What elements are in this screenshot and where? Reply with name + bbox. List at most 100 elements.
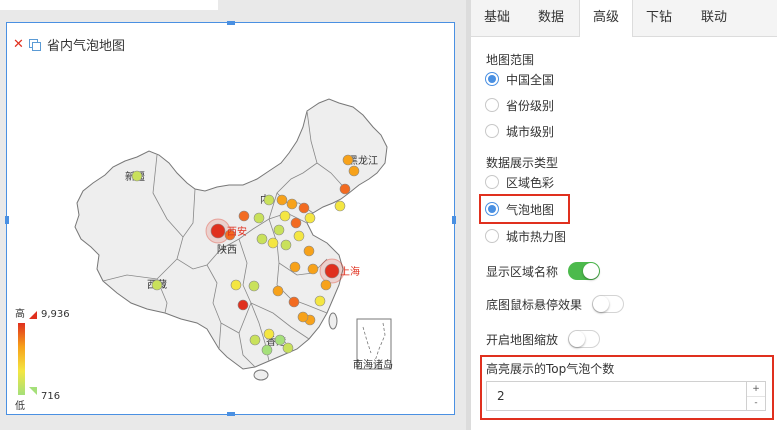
toggle-knob xyxy=(583,263,600,279)
tab-drilldown[interactable]: 下钻 xyxy=(633,0,685,36)
radio-indicator[interactable] xyxy=(485,229,499,243)
canvas-area: ✕ 省内气泡地图 黑龙江 内 新疆 西藏 陕西 南海诸岛 香港 xyxy=(0,0,466,430)
map-zoom-toggle[interactable] xyxy=(568,330,601,348)
radio-indicator[interactable] xyxy=(485,202,499,216)
map-bubble[interactable] xyxy=(210,223,226,239)
map-bubble[interactable] xyxy=(324,263,340,279)
radio-indicator[interactable] xyxy=(485,124,499,138)
color-legend: 高 9,936 716 低 xyxy=(15,303,95,413)
map-widget[interactable]: ✕ 省内气泡地图 黑龙江 内 新疆 西藏 陕西 南海诸岛 香港 xyxy=(5,21,456,416)
toggle-row-show-region-name: 显示区域名称 xyxy=(486,261,601,281)
map-bubble[interactable] xyxy=(279,210,291,222)
tab-data[interactable]: 数据 xyxy=(523,0,579,36)
toggle-row-hover-effect: 底图鼠标悬停效果 xyxy=(486,294,625,314)
tab-linkage[interactable]: 联动 xyxy=(687,0,741,36)
map-bubble[interactable] xyxy=(151,279,163,291)
radio-china[interactable]: 中国全国 xyxy=(485,70,554,88)
tab-advanced[interactable]: 高级 xyxy=(579,0,633,37)
map-bubble[interactable] xyxy=(248,280,260,292)
radio-indicator[interactable] xyxy=(485,175,499,189)
map-bubble[interactable] xyxy=(263,328,275,340)
legend-high-label: 高 xyxy=(15,309,25,320)
map-bubble[interactable] xyxy=(288,296,300,308)
toggle-label: 底图鼠标悬停效果 xyxy=(486,297,583,312)
map-bubble[interactable] xyxy=(297,311,309,323)
radio-label: 省份级别 xyxy=(506,98,555,113)
toggle-label: 开启地图缩放 xyxy=(486,332,559,347)
map-bubble[interactable] xyxy=(348,165,360,177)
map-bubble[interactable] xyxy=(237,299,249,311)
toggle-knob xyxy=(593,296,610,312)
toggle-label: 显示区域名称 xyxy=(486,264,559,279)
radio-city[interactable]: 城市级别 xyxy=(485,122,554,140)
canvas-top-strip xyxy=(0,0,218,10)
radio-bubble-map[interactable]: 气泡地图 xyxy=(485,200,554,218)
legend-min-value: 716 xyxy=(41,391,61,402)
map-bubble[interactable] xyxy=(253,212,265,224)
region-label-nanhai: 南海诸岛 xyxy=(353,358,393,371)
map-bubble[interactable] xyxy=(339,183,351,195)
stepper-increment-button[interactable]: + xyxy=(747,382,765,397)
radio-city-heatmap[interactable]: 城市热力图 xyxy=(485,227,566,245)
map-bubble[interactable] xyxy=(290,217,302,229)
map-bubble[interactable] xyxy=(274,334,286,346)
region-label-shaanxi: 陕西 xyxy=(217,243,237,256)
map-bubble[interactable] xyxy=(307,263,319,275)
legend-max-value: 9,936 xyxy=(41,309,70,320)
map-bubble[interactable] xyxy=(261,344,273,356)
map-bubble[interactable] xyxy=(230,279,242,291)
map-range-label: 地图范围 xyxy=(486,53,535,67)
radio-indicator[interactable] xyxy=(485,98,499,112)
map-bubble[interactable] xyxy=(293,230,305,242)
map-bubble[interactable] xyxy=(273,224,285,236)
radio-region-color[interactable]: 区域色彩 xyxy=(485,173,554,191)
display-type-label: 数据展示类型 xyxy=(486,156,559,170)
topn-label: 高亮展示的Top气泡个数 xyxy=(486,362,615,376)
map-bubble[interactable] xyxy=(263,194,275,206)
hainan-island xyxy=(253,369,269,381)
map-bubble[interactable] xyxy=(342,154,354,166)
legend-gradient-bar xyxy=(18,323,25,395)
map-bubble[interactable] xyxy=(238,210,250,222)
legend-max-handle-icon[interactable] xyxy=(29,311,37,319)
map-bubble[interactable] xyxy=(289,261,301,273)
radio-label: 区域色彩 xyxy=(506,175,555,190)
map-bubble[interactable] xyxy=(267,237,279,249)
map-bubble[interactable] xyxy=(282,342,294,354)
show-region-name-toggle[interactable] xyxy=(568,262,601,280)
map-bubble[interactable] xyxy=(320,279,332,291)
toggle-row-map-zoom: 开启地图缩放 xyxy=(486,329,601,349)
map-bubble[interactable] xyxy=(314,295,326,307)
map-bubble[interactable] xyxy=(334,200,346,212)
settings-panel: 基础 数据 高级 下钻 联动 地图范围 中国全国 省份级别 城市级别 数据展示类… xyxy=(471,0,777,430)
radio-label: 城市热力图 xyxy=(506,229,567,244)
legend-low-label: 低 xyxy=(15,401,25,412)
map-bubble[interactable] xyxy=(272,285,284,297)
map-bubble[interactable] xyxy=(304,212,316,224)
radio-indicator[interactable] xyxy=(485,72,499,86)
topn-value[interactable]: 2 xyxy=(497,389,505,403)
radio-label: 中国全国 xyxy=(506,72,555,87)
map-bubble[interactable] xyxy=(256,233,268,245)
radio-label: 气泡地图 xyxy=(506,202,555,217)
city-label-xian: 西安 xyxy=(227,225,247,238)
hover-effect-toggle[interactable] xyxy=(592,295,625,313)
radio-province[interactable]: 省份级别 xyxy=(485,96,554,114)
legend-min-handle-icon[interactable] xyxy=(29,387,37,395)
tab-basic[interactable]: 基础 xyxy=(471,0,523,36)
radio-label: 城市级别 xyxy=(506,124,555,139)
settings-tabs: 基础 数据 高级 下钻 联动 xyxy=(471,0,777,37)
stepper-decrement-button[interactable]: - xyxy=(747,396,765,410)
map-bubble[interactable] xyxy=(280,239,292,251)
city-label-shanghai: 上海 xyxy=(340,265,360,278)
map-bubble[interactable] xyxy=(276,194,288,206)
quantity-stepper[interactable]: + - xyxy=(746,382,765,410)
taiwan-island xyxy=(328,312,338,330)
toggle-knob xyxy=(569,331,586,347)
map-bubble[interactable] xyxy=(131,170,143,182)
map-bubble[interactable] xyxy=(249,334,261,346)
topn-number-input[interactable]: 2 + - xyxy=(486,381,766,411)
map-bubble[interactable] xyxy=(303,245,315,257)
map-bubble[interactable] xyxy=(286,198,298,210)
map-bubble[interactable] xyxy=(298,202,310,214)
